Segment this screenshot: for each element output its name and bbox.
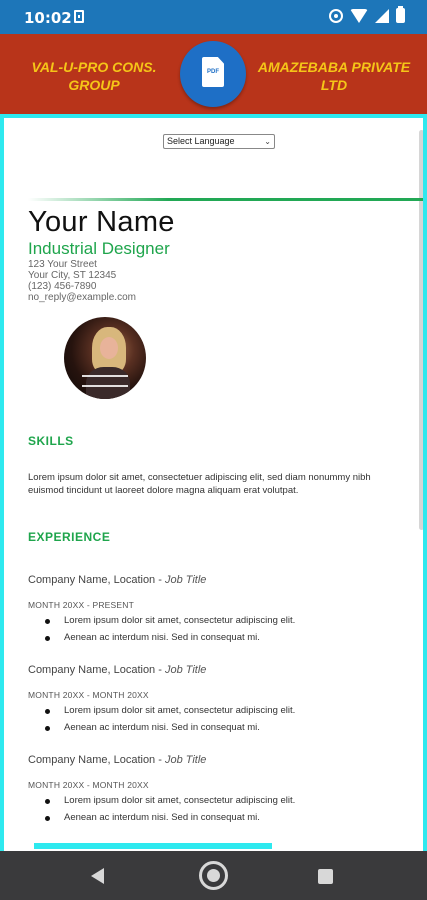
pdf-button[interactable]: PDF (180, 41, 246, 107)
wifi-icon (350, 8, 368, 23)
profile-photo (64, 317, 146, 399)
skills-heading: SKILLS (28, 434, 74, 448)
resume-title: Industrial Designer (28, 239, 170, 258)
header-left-title[interactable]: VAL-U-PRO CONS. GROUP (14, 58, 174, 94)
back-icon[interactable] (91, 868, 104, 884)
language-select-value: Select Language (167, 136, 235, 146)
job-title: Job Title (164, 754, 207, 766)
phone-line: (123) 456-7890 (28, 281, 97, 292)
status-icons (329, 6, 405, 23)
header-divider (28, 198, 423, 201)
chevron-down-icon: ⌄ (264, 137, 271, 146)
signal-icon (375, 8, 389, 23)
job-company: Company Name, Location - Job Title (28, 664, 207, 676)
app-header: VAL-U-PRO CONS. GROUP PDF AMAZEBABA PRIV… (0, 34, 427, 114)
job-company: Company Name, Location - Job Title (28, 754, 207, 766)
job-dates: MONTH 20XX - MONTH 20XX (28, 690, 149, 700)
navigation-bar (0, 851, 427, 900)
job-bullet: Lorem ipsum dolor sit amet, consectetur … (44, 705, 295, 716)
address-line: 123 Your Street (28, 259, 97, 270)
experience-heading: EXPERIENCE (28, 530, 111, 544)
scrollbar[interactable] (419, 130, 423, 530)
header-right-title[interactable]: AMAZEBABA PRIVATE LTD (252, 58, 416, 94)
bottom-accent-bar (34, 843, 272, 849)
pdf-icon-label: PDF (207, 69, 219, 75)
job-bullet: Lorem ipsum dolor sit amet, consectetur … (44, 795, 295, 806)
job-title: Job Title (164, 664, 207, 676)
resume-webview[interactable]: Select Language ⌄ Your Name Industrial D… (0, 114, 427, 851)
job-company: Company Name, Location - Job Title (28, 574, 207, 586)
notification-icon (74, 10, 84, 23)
language-select[interactable]: Select Language ⌄ (163, 134, 275, 149)
job-title: Job Title (164, 574, 207, 586)
sync-icon (329, 8, 343, 23)
address-line: Your City, ST 12345 (28, 270, 117, 281)
battery-icon (396, 6, 405, 23)
skills-text: Lorem ipsum dolor sit amet, consectetuer… (28, 472, 371, 496)
job-bullet: Lorem ipsum dolor sit amet, consectetur … (44, 615, 295, 626)
job-bullet: Aenean ac interdum nisi. Sed in consequa… (45, 812, 260, 823)
job-bullet: Aenean ac interdum nisi. Sed in consequa… (45, 632, 260, 643)
home-icon[interactable] (199, 861, 228, 890)
job-dates: MONTH 20XX - MONTH 20XX (28, 780, 149, 790)
job-dates: MONTH 20XX - PRESENT (28, 600, 135, 610)
email-line[interactable]: no_reply@example.com (28, 292, 136, 303)
resume-name: Your Name (28, 206, 175, 238)
status-bar: 10:02 (0, 0, 427, 34)
recents-icon[interactable] (318, 869, 333, 884)
job-bullet: Aenean ac interdum nisi. Sed in consequa… (45, 722, 260, 733)
pdf-icon: PDF (202, 57, 224, 87)
status-time: 10:02 (24, 9, 72, 27)
